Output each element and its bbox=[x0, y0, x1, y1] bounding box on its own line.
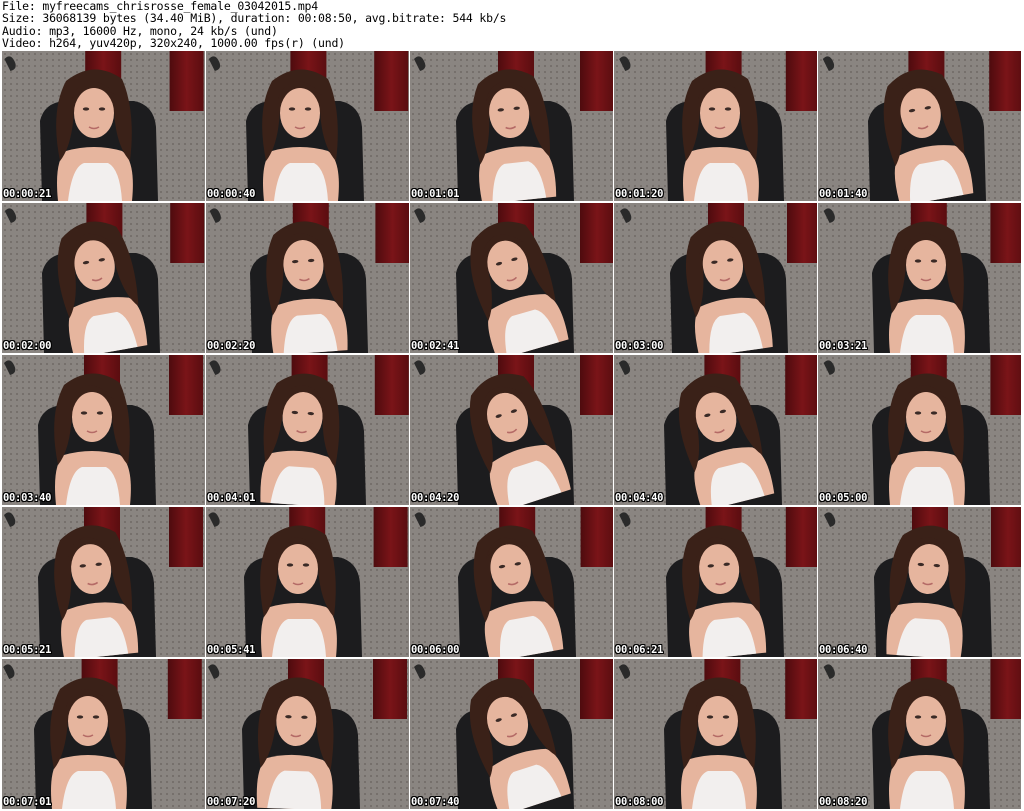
video-frame-thumbnail: 00:04:20 bbox=[410, 355, 613, 505]
video-frame-thumbnail: 00:01:40 bbox=[818, 51, 1021, 201]
webcam-scene bbox=[410, 355, 613, 505]
frame-timestamp: 00:03:00 bbox=[615, 340, 664, 352]
frame-timestamp: 00:02:00 bbox=[3, 340, 52, 352]
video-frame-thumbnail: 00:07:40 bbox=[410, 659, 613, 809]
frame-timestamp: 00:04:40 bbox=[615, 492, 664, 504]
file-info-header: File: myfreecams_chrisrosse_female_03042… bbox=[2, 0, 1022, 50]
video-frame-thumbnail: 00:04:40 bbox=[614, 355, 817, 505]
webcam-scene bbox=[614, 507, 817, 657]
webcam-scene bbox=[2, 659, 205, 809]
video-frame-thumbnail: 00:07:01 bbox=[2, 659, 205, 809]
webcam-scene bbox=[614, 203, 817, 353]
video-frame-thumbnail: 00:03:40 bbox=[2, 355, 205, 505]
webcam-scene bbox=[206, 355, 409, 505]
frame-timestamp: 00:04:01 bbox=[207, 492, 256, 504]
video-frame-thumbnail: 00:06:21 bbox=[614, 507, 817, 657]
frame-timestamp: 00:06:40 bbox=[819, 644, 868, 656]
frame-timestamp: 00:06:00 bbox=[411, 644, 460, 656]
video-frame-thumbnail: 00:00:21 bbox=[2, 51, 205, 201]
video-frame-thumbnail: 00:08:00 bbox=[614, 659, 817, 809]
frame-timestamp: 00:00:21 bbox=[3, 188, 52, 200]
webcam-scene bbox=[614, 355, 817, 505]
video-frame-thumbnail: 00:03:21 bbox=[818, 203, 1021, 353]
video-frame-thumbnail: 00:01:01 bbox=[410, 51, 613, 201]
webcam-scene bbox=[2, 507, 205, 657]
frame-timestamp: 00:08:20 bbox=[819, 796, 868, 808]
video-info-line: Video: h264, yuv420p, 320x240, 1000.00 f… bbox=[2, 36, 345, 51]
video-frame-thumbnail: 00:05:41 bbox=[206, 507, 409, 657]
frame-timestamp: 00:01:01 bbox=[411, 188, 460, 200]
frame-timestamp: 00:06:21 bbox=[615, 644, 664, 656]
webcam-scene bbox=[818, 355, 1021, 505]
webcam-scene bbox=[818, 203, 1021, 353]
video-frame-thumbnail: 00:02:41 bbox=[410, 203, 613, 353]
video-frame-thumbnail: 00:03:00 bbox=[614, 203, 817, 353]
frame-timestamp: 00:05:41 bbox=[207, 644, 256, 656]
webcam-scene bbox=[2, 203, 205, 353]
frame-timestamp: 00:05:21 bbox=[3, 644, 52, 656]
video-frame-thumbnail: 00:06:00 bbox=[410, 507, 613, 657]
frame-timestamp: 00:08:00 bbox=[615, 796, 664, 808]
video-frame-thumbnail: 00:02:00 bbox=[2, 203, 205, 353]
frame-timestamp: 00:07:40 bbox=[411, 796, 460, 808]
video-frame-thumbnail: 00:06:40 bbox=[818, 507, 1021, 657]
video-frame-thumbnail: 00:05:00 bbox=[818, 355, 1021, 505]
frame-timestamp: 00:03:40 bbox=[3, 492, 52, 504]
webcam-scene bbox=[2, 51, 205, 201]
frame-timestamp: 00:03:21 bbox=[819, 340, 868, 352]
file-size-line: Size: 36068139 bytes (34.40 MiB), durati… bbox=[2, 11, 507, 26]
video-frame-thumbnail: 00:08:20 bbox=[818, 659, 1021, 809]
frame-timestamp: 00:02:41 bbox=[411, 340, 460, 352]
video-frame-thumbnail: 00:04:01 bbox=[206, 355, 409, 505]
thumbnail-grid: 00:00:21 00:00:40 00:01:01 00:01:20 00:0… bbox=[2, 51, 1022, 811]
video-frame-thumbnail: 00:07:20 bbox=[206, 659, 409, 809]
webcam-scene bbox=[818, 659, 1021, 809]
video-frame-thumbnail: 00:00:40 bbox=[206, 51, 409, 201]
webcam-scene bbox=[2, 355, 205, 505]
webcam-scene bbox=[410, 51, 613, 201]
frame-timestamp: 00:05:00 bbox=[819, 492, 868, 504]
webcam-scene bbox=[818, 51, 1021, 201]
frame-timestamp: 00:01:20 bbox=[615, 188, 664, 200]
frame-timestamp: 00:07:20 bbox=[207, 796, 256, 808]
webcam-scene bbox=[206, 51, 409, 201]
webcam-scene bbox=[410, 659, 613, 809]
webcam-scene bbox=[410, 507, 613, 657]
webcam-scene bbox=[206, 203, 409, 353]
frame-timestamp: 00:04:20 bbox=[411, 492, 460, 504]
frame-timestamp: 00:02:20 bbox=[207, 340, 256, 352]
video-frame-thumbnail: 00:05:21 bbox=[2, 507, 205, 657]
frame-timestamp: 00:07:01 bbox=[3, 796, 52, 808]
webcam-scene bbox=[614, 51, 817, 201]
webcam-scene bbox=[818, 507, 1021, 657]
webcam-scene bbox=[206, 659, 409, 809]
video-frame-thumbnail: 00:01:20 bbox=[614, 51, 817, 201]
frame-timestamp: 00:01:40 bbox=[819, 188, 868, 200]
webcam-scene bbox=[206, 507, 409, 657]
webcam-scene bbox=[410, 203, 613, 353]
webcam-scene bbox=[614, 659, 817, 809]
video-frame-thumbnail: 00:02:20 bbox=[206, 203, 409, 353]
frame-timestamp: 00:00:40 bbox=[207, 188, 256, 200]
